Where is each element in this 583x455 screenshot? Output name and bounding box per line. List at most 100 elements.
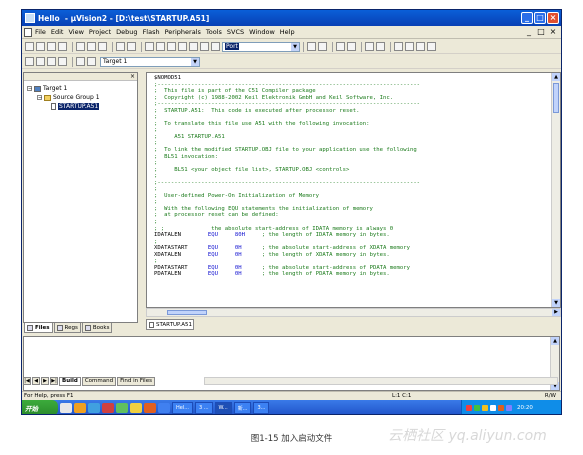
editor-vertical-scrollbar[interactable]: ▲ ▼ — [551, 73, 560, 307]
quicklaunch-icon[interactable] — [88, 403, 100, 413]
menu-project[interactable]: Project — [89, 28, 111, 36]
quicklaunch-icon[interactable] — [74, 403, 86, 413]
translate-icon[interactable] — [25, 57, 34, 66]
quicklaunch-icon[interactable] — [144, 403, 156, 413]
menu-debug[interactable]: Debug — [116, 28, 137, 36]
tray-icon[interactable] — [506, 405, 512, 411]
tab-books[interactable]: Books — [81, 323, 113, 333]
paste-icon[interactable] — [98, 42, 107, 51]
maximize-button[interactable]: □ — [534, 12, 546, 24]
mdi-restore-button[interactable]: □ — [536, 27, 546, 36]
menu-flash[interactable]: Flash — [143, 28, 160, 36]
close-icon[interactable]: × — [130, 73, 135, 80]
taskbar-window-1[interactable]: Hel... — [172, 402, 193, 414]
quicklaunch-icon[interactable] — [102, 403, 114, 413]
tree-target[interactable]: − Target 1 — [27, 85, 67, 92]
configure-icon[interactable] — [416, 42, 425, 51]
first-tab-icon[interactable]: |◀ — [23, 377, 31, 385]
new-file-icon[interactable] — [25, 42, 34, 51]
prev-bookmark-icon[interactable] — [178, 42, 187, 51]
prev-tab-icon[interactable]: ◀ — [32, 377, 40, 385]
scroll-right-icon[interactable]: ▶ — [552, 309, 560, 316]
build-icon[interactable] — [36, 57, 45, 66]
taskbar-window-5[interactable]: 3... — [253, 402, 270, 414]
collapse-icon[interactable]: − — [27, 86, 32, 92]
project-window-icon[interactable] — [365, 42, 374, 51]
find-next-icon[interactable] — [318, 42, 327, 51]
find-icon[interactable] — [307, 42, 316, 51]
clear-bookmarks-icon[interactable] — [200, 42, 209, 51]
target-options-icon[interactable] — [87, 57, 96, 66]
scroll-down-icon[interactable]: ▼ — [552, 299, 560, 307]
tools-icon[interactable] — [405, 42, 414, 51]
tray-icon[interactable] — [490, 405, 496, 411]
menu-edit[interactable]: Edit — [51, 28, 64, 36]
code-text[interactable]: $NOMOD51 ;-------------------------------… — [154, 75, 550, 278]
debug-session-icon[interactable] — [347, 42, 356, 51]
next-tab-icon[interactable]: ▶ — [41, 377, 49, 385]
quicklaunch-icon[interactable] — [130, 403, 142, 413]
target-select[interactable]: Target 1 ▼ — [100, 56, 200, 67]
quicklaunch-icon[interactable] — [116, 403, 128, 413]
menu-tools[interactable]: Tools — [206, 28, 222, 36]
minimize-button[interactable]: _ — [521, 12, 533, 24]
stop-build-icon[interactable] — [58, 57, 67, 66]
code-editor[interactable]: $NOMOD51 ;-------------------------------… — [146, 72, 561, 308]
tray-icon[interactable] — [474, 405, 480, 411]
open-file-icon[interactable] — [36, 42, 45, 51]
menu-svcs[interactable]: SVCS — [227, 28, 244, 36]
document-icon[interactable] — [24, 27, 32, 37]
find-in-files-icon[interactable] — [211, 42, 220, 51]
taskbar-window-2[interactable]: 3 ... — [195, 402, 213, 414]
memory-icon[interactable] — [427, 42, 436, 51]
bookmark-icon[interactable] — [167, 42, 176, 51]
chevron-down-icon[interactable]: ▼ — [291, 42, 299, 51]
tree-source-group[interactable]: − Source Group 1 — [37, 94, 100, 101]
save-icon[interactable] — [47, 42, 56, 51]
collapse-icon[interactable]: − — [37, 95, 42, 101]
chevron-down-icon[interactable]: ▼ — [191, 57, 199, 66]
scroll-thumb[interactable] — [553, 83, 559, 113]
quicklaunch-icon[interactable] — [158, 403, 170, 413]
editor-tab-startup[interactable]: STARTUP.A51 — [146, 319, 194, 330]
taskbar-window-4[interactable]: 新... — [233, 402, 252, 414]
copy-icon[interactable] — [87, 42, 96, 51]
scroll-up-icon[interactable]: ▲ — [552, 73, 560, 81]
tab-find-in-files[interactable]: Find in Files — [117, 376, 155, 386]
next-bookmark-icon[interactable] — [189, 42, 198, 51]
menu-file[interactable]: File — [35, 28, 46, 36]
menu-view[interactable]: View — [68, 28, 83, 36]
undo-icon[interactable] — [116, 42, 125, 51]
start-button[interactable]: 开始 — [22, 400, 58, 414]
mdi-close-button[interactable]: × — [548, 27, 558, 36]
cut-icon[interactable] — [76, 42, 85, 51]
scroll-thumb[interactable] — [167, 310, 207, 315]
redo-icon[interactable] — [127, 42, 136, 51]
quicklaunch-icon[interactable] — [60, 403, 72, 413]
save-all-icon[interactable] — [58, 42, 67, 51]
menu-peripherals[interactable]: Peripherals — [165, 28, 201, 36]
output-window-icon[interactable] — [376, 42, 385, 51]
tab-files[interactable]: Files — [24, 323, 53, 333]
tab-build[interactable]: Build — [59, 376, 81, 386]
tray-icon[interactable] — [482, 405, 488, 411]
editor-horizontal-scrollbar[interactable]: ▶ — [146, 308, 561, 317]
scroll-up-icon[interactable]: ▲ — [551, 337, 559, 345]
code-line[interactable]: PDATALEN EQU 0H ; the length of PDATA me… — [154, 271, 550, 278]
output-horizontal-scrollbar[interactable] — [204, 377, 558, 385]
title-bar[interactable]: Hello - µVision2 - [D:\test\STARTUP.A51]… — [22, 10, 561, 26]
unindent-icon[interactable] — [156, 42, 165, 51]
clock[interactable]: 20:20 — [517, 405, 533, 411]
options-icon[interactable] — [394, 42, 403, 51]
menu-window[interactable]: Window — [249, 28, 275, 36]
rebuild-icon[interactable] — [47, 57, 56, 66]
find-combo[interactable]: Port ▼ — [222, 41, 300, 52]
tray-icon[interactable] — [466, 405, 472, 411]
tab-command[interactable]: Command — [81, 376, 117, 386]
menu-help[interactable]: Help — [280, 28, 295, 36]
mdi-minimize-button[interactable]: _ — [524, 27, 534, 36]
taskbar-window-3[interactable]: W... — [214, 402, 232, 414]
tab-regs[interactable]: Regs — [53, 323, 81, 333]
indent-icon[interactable] — [145, 42, 154, 51]
last-tab-icon[interactable]: ▶| — [50, 377, 58, 385]
